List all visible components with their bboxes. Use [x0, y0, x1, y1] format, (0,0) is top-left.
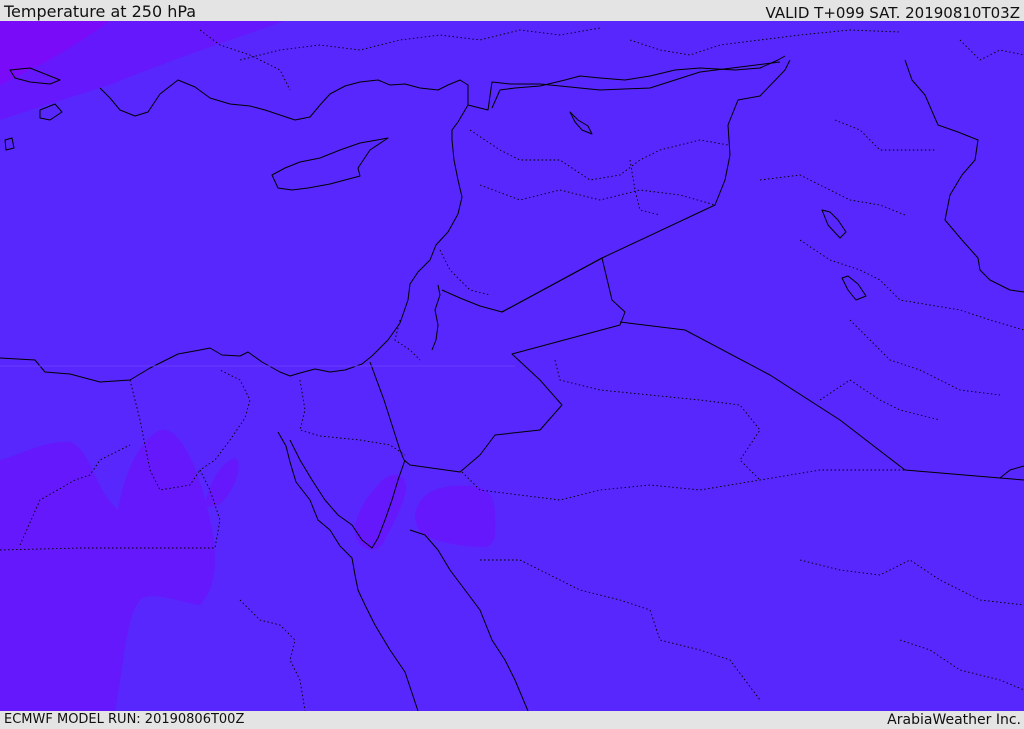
weather-map[interactable]: [0, 21, 1024, 711]
valid-time-label: VALID T+099 SAT. 20190810T03Z: [765, 4, 1020, 22]
model-run-label: ECMWF MODEL RUN: 20190806T00Z: [4, 712, 245, 727]
header-bar: Temperature at 250 hPa VALID T+099 SAT. …: [0, 0, 1024, 22]
map-canvas: [0, 21, 1024, 711]
footer-bar: ECMWF MODEL RUN: 20190806T00Z ArabiaWeat…: [0, 711, 1024, 729]
map-title: Temperature at 250 hPa: [4, 2, 197, 21]
credit-label: ArabiaWeather Inc.: [887, 712, 1021, 728]
